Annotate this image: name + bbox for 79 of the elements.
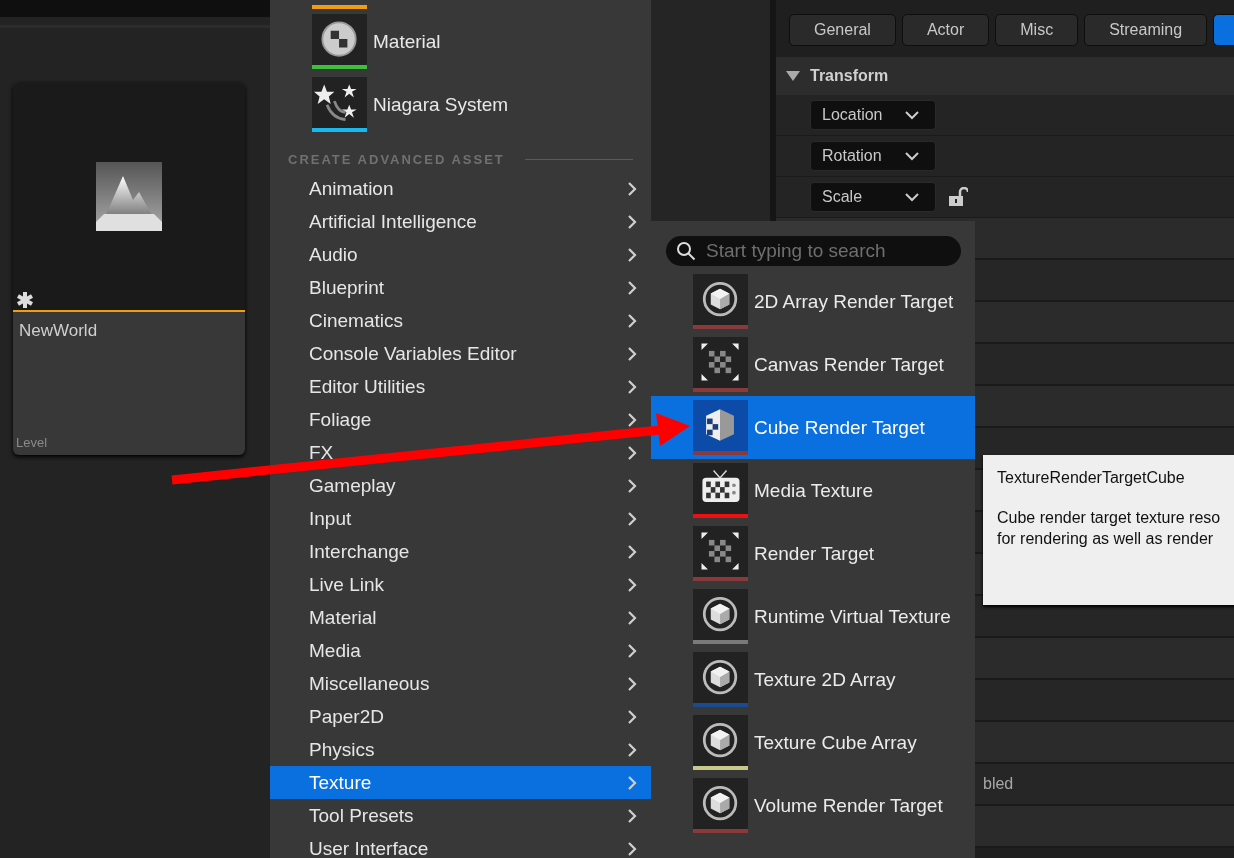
property-dropdown[interactable]: Scale <box>810 182 936 212</box>
menu-item[interactable]: Material <box>270 601 651 634</box>
chevron-right-icon <box>627 312 637 329</box>
menu-item[interactable]: Canvas Render Target <box>651 333 975 396</box>
asset-name: NewWorld <box>18 320 99 342</box>
property-dropdown[interactable]: Rotation <box>810 141 936 171</box>
chevron-right-icon <box>627 444 637 461</box>
menu-item[interactable]: Animation <box>270 172 651 205</box>
menu-item[interactable]: Media <box>270 634 651 667</box>
asterisk-icon <box>16 291 34 309</box>
menu-item[interactable]: User Interface <box>270 832 651 858</box>
menu-item[interactable]: 2D Array Render Target <box>651 270 975 333</box>
tab[interactable]: Misc <box>995 14 1079 46</box>
chevron-right-icon <box>627 279 637 296</box>
chevron-right-icon <box>627 411 637 428</box>
menu-item[interactable]: FX <box>270 436 651 469</box>
chevron-right-icon <box>627 708 637 725</box>
menu-item[interactable]: Volume Render Target <box>651 774 975 837</box>
menu-item[interactable]: Cinematics <box>270 304 651 337</box>
tab[interactable]: General <box>789 14 896 46</box>
menu-item[interactable]: Gameplay <box>270 469 651 502</box>
chevron-right-icon <box>627 378 637 395</box>
asset-type: Level <box>15 435 49 452</box>
chevron-right-icon <box>627 510 637 527</box>
menu-item[interactable]: Audio <box>270 238 651 271</box>
chevron-right-icon <box>627 180 637 197</box>
menu-item[interactable]: Live Link <box>270 568 651 601</box>
chevron-right-icon <box>627 246 637 263</box>
search-field[interactable]: Start typing to search <box>666 236 961 266</box>
chevron-down-icon <box>905 110 919 120</box>
chevron-right-icon <box>627 213 637 230</box>
menu-item[interactable]: Physics <box>270 733 651 766</box>
tooltip-text: Cube render target texture reso <box>997 508 1222 528</box>
menu-item[interactable]: Render Target <box>651 522 975 585</box>
chevron-down-icon <box>905 192 919 202</box>
tooltip-text: for rendering as well as render <box>997 529 1215 549</box>
section-heading: CREATE ADVANCED ASSET <box>288 151 505 167</box>
menu-item[interactable]: Tool Presets <box>270 799 651 832</box>
chevron-right-icon <box>627 477 637 494</box>
menu-item[interactable]: Blueprint <box>270 271 651 304</box>
menu-item[interactable]: Input <box>270 502 651 535</box>
chevron-down-icon <box>905 151 919 161</box>
property-dropdown[interactable]: Location <box>810 100 936 130</box>
tab[interactable]: Streaming <box>1084 14 1208 46</box>
menu-item[interactable]: Console Variables Editor <box>270 337 651 370</box>
menu-item[interactable]: Texture <box>270 766 651 799</box>
menu-item[interactable]: Runtime Virtual Texture <box>651 585 975 648</box>
menu-item[interactable]: Artificial Intelligence <box>270 205 651 238</box>
chevron-right-icon <box>627 741 637 758</box>
chevron-right-icon <box>627 807 637 824</box>
section-title: Transform <box>810 67 889 85</box>
menu-item[interactable]: Paper2D <box>270 700 651 733</box>
property-value: bled <box>983 775 1014 793</box>
menu-item[interactable]: Texture Cube Array <box>651 711 975 774</box>
chevron-right-icon <box>627 543 637 560</box>
chevron-right-icon <box>627 840 637 857</box>
collapse-triangle-icon[interactable] <box>786 71 800 81</box>
search-icon <box>676 241 696 261</box>
chevron-right-icon <box>627 675 637 692</box>
tooltip-title: TextureRenderTargetCube <box>997 469 1186 487</box>
tab[interactable]: Actor <box>901 14 990 46</box>
chevron-right-icon <box>627 609 637 626</box>
menu-item[interactable]: Media Texture <box>651 459 975 522</box>
section-header[interactable]: Transform <box>776 57 1234 95</box>
chevron-right-icon <box>627 576 637 593</box>
chevron-right-icon <box>627 774 637 791</box>
chevron-right-icon <box>627 345 637 362</box>
menu-item[interactable]: Miscellaneous <box>270 667 651 700</box>
menu-item[interactable]: Foliage <box>270 403 651 436</box>
menu-item[interactable]: Texture 2D Array <box>651 648 975 711</box>
menu-item[interactable]: Editor Utilities <box>270 370 651 403</box>
menu-item[interactable]: Interchange <box>270 535 651 568</box>
asset-card[interactable]: NewWorld Level <box>13 82 245 455</box>
padlock-icon[interactable] <box>948 187 968 207</box>
mountain-icon <box>96 161 162 231</box>
chevron-right-icon <box>627 642 637 659</box>
menu-item[interactable]: Niagara System <box>270 73 651 136</box>
menu-item[interactable]: Material <box>270 10 651 73</box>
menu-item[interactable]: Cube Render Target <box>651 396 975 459</box>
